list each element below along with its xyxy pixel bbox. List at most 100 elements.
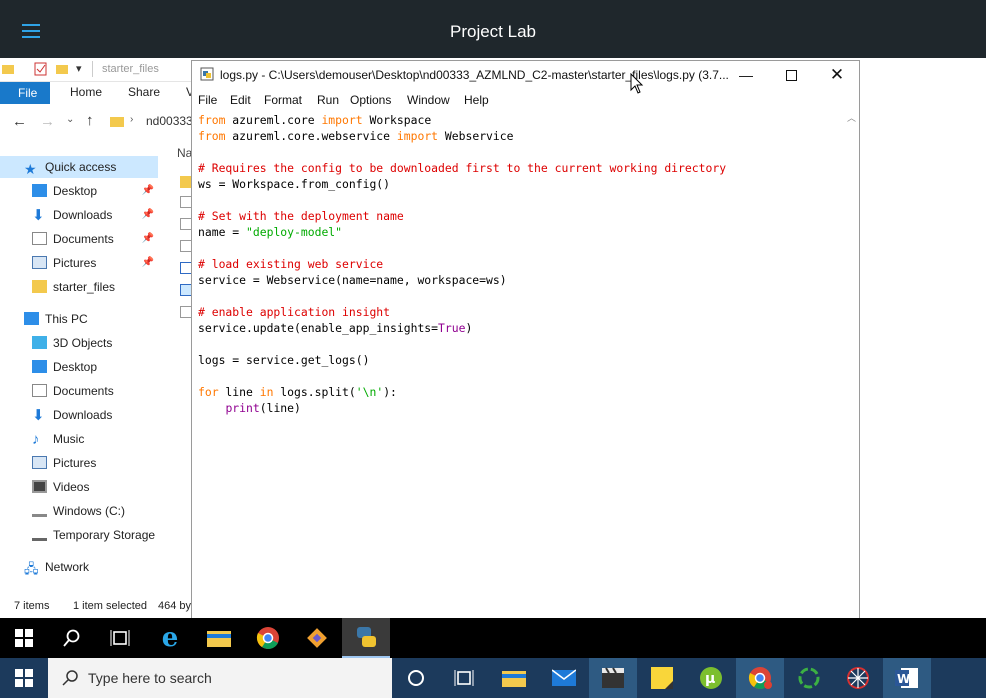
search-icon [62, 670, 78, 686]
nav-qa-desktop[interactable]: Desktop 📌 [0, 180, 158, 202]
code-line[interactable]: for line in logs.split('\n'): [198, 384, 844, 400]
code-line[interactable]: service.update(enable_app_insights=True) [198, 320, 844, 336]
remote-git-button[interactable] [293, 618, 341, 658]
tab-home[interactable]: Home [70, 85, 102, 99]
nav-pc-3d-objects[interactable]: 3D Objects [0, 332, 158, 354]
mail-button[interactable] [540, 658, 588, 698]
minimize-button[interactable]: — [723, 61, 769, 89]
recent-locations-icon[interactable]: ⌄ [66, 114, 74, 125]
code-line[interactable]: from azureml.core.webservice import Webs… [198, 128, 844, 144]
remote-ie-button[interactable]: e [146, 618, 194, 658]
nav-this-pc[interactable]: This PC [0, 308, 158, 330]
menu-edit[interactable]: Edit [230, 93, 251, 107]
tab-file[interactable]: File [0, 82, 50, 104]
nav-qa-downloads[interactable]: ⬇ Downloads 📌 [0, 204, 158, 226]
idle-editor-window: logs.py - C:\Users\demouser\Desktop\nd00… [191, 60, 860, 620]
nav-qa-starter-files[interactable]: starter_files [0, 276, 158, 298]
menu-window[interactable]: Window [407, 93, 450, 107]
nav-qa-pictures[interactable]: Pictures 📌 [0, 252, 158, 274]
address-path[interactable]: nd00333 [146, 114, 193, 128]
vertical-scrollbar[interactable]: ︿ [844, 111, 859, 619]
maximize-icon [785, 69, 797, 81]
code-line[interactable] [198, 144, 844, 160]
code-token: line [218, 385, 260, 399]
code-line[interactable] [198, 336, 844, 352]
nav-qa-documents[interactable]: Documents 📌 [0, 228, 158, 250]
start-button[interactable] [0, 658, 48, 698]
back-arrow-icon[interactable]: ← [12, 113, 27, 130]
remote-start-button[interactable] [0, 618, 48, 658]
remote-python-idle-button[interactable] [342, 618, 390, 658]
sticky-notes-button[interactable] [638, 658, 686, 698]
code-line[interactable]: logs = service.get_logs() [198, 352, 844, 368]
menu-options[interactable]: Options [350, 93, 391, 107]
movie-maker-button[interactable] [589, 658, 637, 698]
code-editor[interactable]: from azureml.core import Workspace from a… [192, 111, 844, 619]
code-line[interactable]: # Set with the deployment name [198, 208, 844, 224]
code-line[interactable] [198, 368, 844, 384]
close-button[interactable]: ✕ [814, 61, 860, 89]
code-line[interactable]: service = Webservice(name=name, workspac… [198, 272, 844, 288]
code-token: Webservice [438, 129, 514, 143]
code-line[interactable] [198, 288, 844, 304]
code-token: azureml.core.webservice [225, 129, 397, 143]
explorer-title: starter_files [102, 63, 159, 75]
properties-icon[interactable] [34, 62, 48, 76]
nav-network[interactable]: 🖧 Network [0, 556, 158, 578]
remote-search-button[interactable] [48, 618, 96, 658]
remote-chrome-button[interactable] [244, 618, 292, 658]
menu-file[interactable]: File [198, 93, 217, 107]
nav-pc-downloads[interactable]: ⬇ Downloads [0, 404, 158, 426]
network-tool-button[interactable] [834, 658, 882, 698]
code-line[interactable]: # Requires the config to be downloaded f… [198, 160, 844, 176]
qat-dropdown-icon[interactable]: ▾ [76, 62, 82, 75]
chrome-icon [748, 667, 772, 689]
remote-task-view-button[interactable] [96, 618, 144, 658]
file-explorer-button[interactable] [490, 658, 538, 698]
nav-pc-documents[interactable]: Documents [0, 380, 158, 402]
cortana-button[interactable] [392, 658, 440, 698]
code-line[interactable] [198, 192, 844, 208]
idle-title-bar[interactable]: logs.py - C:\Users\demouser\Desktop\nd00… [192, 61, 859, 89]
word-icon: W [895, 668, 918, 688]
nav-pc-windows-c[interactable]: Windows (C:) [0, 500, 158, 522]
navigation-pane: ★ Quick access Desktop 📌 ⬇ Downloads 📌 Doc… [0, 154, 158, 594]
code-line[interactable]: name = "deploy-model" [198, 224, 844, 240]
remote-file-explorer-button[interactable] [195, 618, 243, 658]
pin-icon: 📌 [141, 209, 154, 220]
code-line[interactable]: ws = Workspace.from_config() [198, 176, 844, 192]
sync-app-button[interactable] [785, 658, 833, 698]
scroll-up-icon[interactable]: ︿ [847, 111, 856, 124]
code-token: ) [465, 321, 473, 335]
nav-quick-access[interactable]: ★ Quick access [0, 156, 158, 178]
item-count: 7 items [14, 600, 50, 612]
code-line[interactable]: # enable application insight [198, 304, 844, 320]
code-line[interactable]: print(line) [198, 400, 844, 416]
maximize-button[interactable] [768, 61, 814, 89]
nav-pc-temporary-storage[interactable]: Temporary Storage [0, 524, 158, 546]
word-button[interactable]: W [883, 658, 931, 698]
nav-pc-videos[interactable]: Videos [0, 476, 158, 498]
tab-share[interactable]: Share [128, 85, 160, 99]
pin-icon: 📌 [141, 233, 154, 244]
forward-arrow-icon[interactable]: → [40, 113, 55, 130]
nav-pc-pictures[interactable]: Pictures [0, 452, 158, 474]
nav-pc-music[interactable]: ♪ Music [0, 428, 158, 450]
file-explorer-window: ▾ starter_files File Home Share V ← → ⌄ … [0, 58, 194, 618]
chrome-button[interactable] [736, 658, 784, 698]
code-line[interactable]: # load existing web service [198, 256, 844, 272]
code-line[interactable] [198, 240, 844, 256]
code-line[interactable]: from azureml.core import Workspace [198, 112, 844, 128]
taskbar-search-box[interactable]: Type here to search [48, 658, 392, 698]
menu-run[interactable]: Run [317, 93, 339, 107]
up-arrow-icon[interactable]: ↑ [86, 112, 94, 129]
menu-format[interactable]: Format [264, 93, 302, 107]
task-view-button[interactable] [440, 658, 488, 698]
new-folder-icon[interactable] [56, 63, 68, 75]
code-token: ws = Workspace.from_config() [198, 177, 391, 191]
nav-pc-desktop[interactable]: Desktop [0, 356, 158, 378]
utorrent-button[interactable]: µ [687, 658, 735, 698]
code-token: '\n' [355, 385, 384, 399]
menu-help[interactable]: Help [464, 93, 489, 107]
code-token: from [198, 129, 226, 143]
